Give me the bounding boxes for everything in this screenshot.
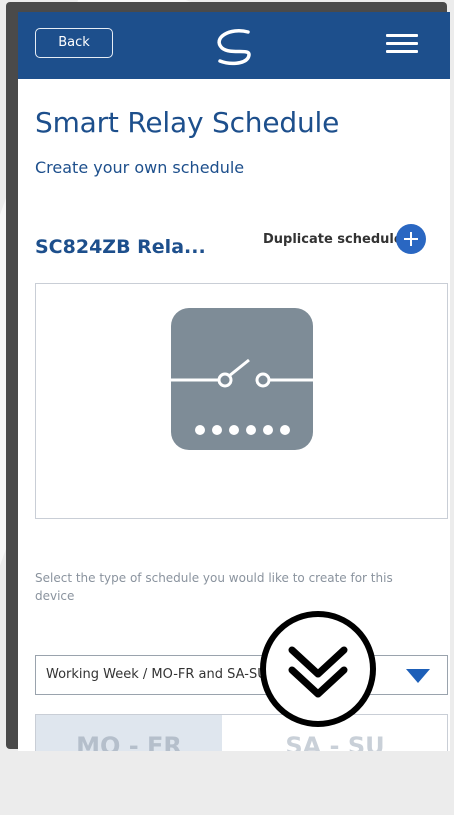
device-name: SC824ZB Rela... xyxy=(35,236,206,258)
device-image-panel xyxy=(35,283,448,519)
relay-switch-icon xyxy=(171,308,313,450)
double-chevron-down-icon[interactable] xyxy=(259,610,377,728)
duplicate-schedule-label[interactable]: Duplicate schedule xyxy=(263,232,403,247)
plus-circle-icon[interactable] xyxy=(396,224,426,254)
triangle-down-icon[interactable] xyxy=(406,669,430,683)
app-screen: Back Smart Relay Schedule Create your ow… xyxy=(18,12,450,751)
back-button[interactable]: Back xyxy=(35,28,113,58)
day-group-tabs: MO - FR SA - SU xyxy=(35,714,448,751)
schedule-type-value: Working Week / MO-FR and SA-SU xyxy=(46,667,267,682)
brand-logo-icon xyxy=(217,29,251,66)
page-subtitle: Create your own schedule xyxy=(35,158,245,177)
tab-weekdays[interactable]: MO - FR xyxy=(36,715,222,751)
phone-frame: Back Smart Relay Schedule Create your ow… xyxy=(6,2,450,751)
schedule-type-select[interactable]: Working Week / MO-FR and SA-SU xyxy=(35,655,448,695)
schedule-type-prompt: Select the type of schedule you would li… xyxy=(35,571,393,603)
page-title: Smart Relay Schedule xyxy=(35,106,340,139)
hamburger-menu-icon[interactable] xyxy=(386,34,418,56)
top-navigation-bar: Back xyxy=(18,12,450,79)
